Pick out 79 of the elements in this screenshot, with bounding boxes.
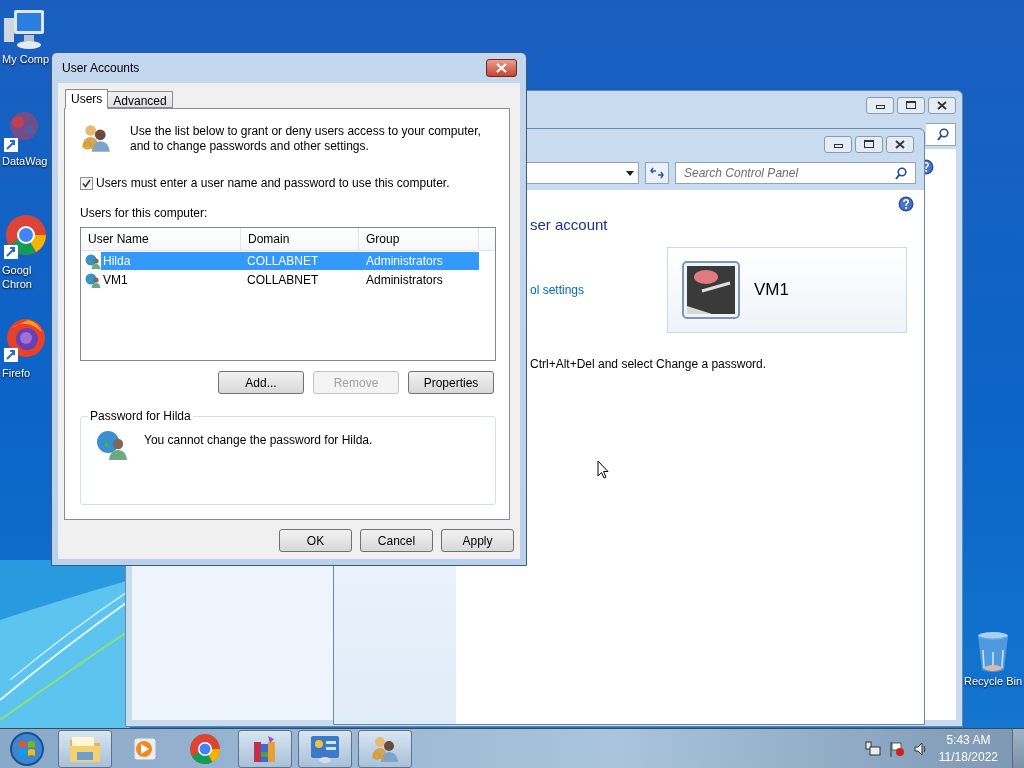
computer-icon [2, 8, 46, 52]
globe-user-icon [85, 252, 101, 269]
minimize-button[interactable] [824, 135, 852, 153]
list-label: Users for this computer: [80, 205, 209, 222]
table-cell-text: VM1 [102, 271, 129, 289]
icon-label: My Comp [2, 52, 50, 66]
taskbar-button[interactable] [58, 729, 112, 768]
dialog-button[interactable]: Properties [408, 371, 494, 394]
table-cell-text: COLLABNET [246, 271, 320, 289]
password-message: You cannot change the password for Hilda. [144, 432, 373, 449]
close-button[interactable] [486, 59, 517, 77]
user-picture-icon [682, 260, 740, 319]
globe-user-icon [85, 271, 101, 288]
chrome-icon [189, 732, 221, 765]
dialog-button[interactable]: Add... [218, 371, 304, 394]
minimize-icon [833, 144, 843, 148]
icon-label: DataWag [2, 154, 48, 168]
icon-label: Recycle Bin [963, 674, 1023, 688]
column-header[interactable]: Domain [241, 228, 359, 250]
show-desktop-button[interactable] [1012, 728, 1024, 768]
search-field[interactable] [926, 122, 956, 146]
control-panel-icon [309, 733, 341, 764]
checkbox[interactable] [80, 176, 93, 190]
maximize-icon [864, 140, 874, 148]
search-icon [895, 166, 907, 180]
globe-user-icon [96, 428, 128, 460]
intro-text: Use the list below to grant or deny users access to your computer, and to change passwords and other settings. [130, 124, 482, 154]
tab[interactable]: Users [65, 89, 109, 109]
check-icon [82, 178, 91, 188]
close-icon [496, 63, 507, 73]
maximize-button[interactable] [855, 135, 883, 153]
column-header[interactable]: Group [359, 228, 479, 250]
speaker-icon [912, 740, 929, 757]
taskbar-button[interactable] [238, 729, 292, 768]
minimize-icon [875, 105, 885, 109]
icon-label: Googl Chron [2, 263, 32, 291]
checkbox-label: Users must enter a user name and password to use this computer. [96, 175, 450, 192]
icon-label: Firefo [2, 366, 31, 380]
network-icon [864, 740, 881, 757]
page-heading: ser account [530, 215, 609, 235]
dialog-button[interactable]: Cancel [360, 529, 433, 552]
clock-time: 5:43 AM [946, 731, 991, 749]
dialog-button[interactable]: Apply [441, 529, 514, 552]
tab[interactable]: Advanced [108, 91, 173, 108]
window-title: User Accounts [62, 60, 140, 77]
refresh-button[interactable] [645, 162, 669, 184]
taskbar-button[interactable] [358, 729, 412, 768]
recycle-bin-icon [975, 630, 1011, 674]
help-icon [898, 196, 914, 212]
group-title: Password for Hilda [89, 408, 192, 425]
refresh-icon [650, 167, 664, 179]
media-player-icon [131, 734, 159, 763]
table-cell-text: Administrators [365, 252, 444, 270]
search-placeholder: Search Control Panel [684, 165, 799, 182]
users-icon [80, 122, 112, 154]
table-cell-text: Hilda [102, 252, 132, 270]
maximize-button[interactable] [897, 96, 925, 114]
maximize-icon [906, 101, 916, 109]
close-button[interactable] [886, 135, 914, 153]
column-header[interactable]: User Name [81, 228, 241, 250]
dropdown-arrow-icon [626, 170, 634, 176]
clock-date: 11/18/2022 [938, 748, 998, 766]
flag-icon [888, 740, 905, 757]
search-field[interactable]: Search Control Panel [675, 162, 916, 184]
cursor-icon [597, 460, 609, 479]
minimize-button[interactable] [866, 96, 894, 114]
close-button[interactable] [928, 96, 956, 114]
user-name: VM1 [754, 278, 789, 301]
instruction-text: Ctrl+Alt+Del and select Change a password. [530, 355, 768, 373]
table-row[interactable]: VM1 COLLABNET Administrators [81, 270, 479, 289]
table-cell-text: Administrators [365, 271, 444, 289]
dialog-button[interactable]: OK [279, 529, 352, 552]
table-cell-text: COLLABNET [246, 252, 320, 270]
close-icon [895, 139, 905, 149]
close-icon [937, 100, 947, 110]
search-icon [937, 127, 949, 141]
settings-link[interactable]: ol settings [530, 280, 667, 299]
taskbar-button[interactable] [298, 729, 352, 768]
windows-logo-icon [9, 730, 45, 767]
